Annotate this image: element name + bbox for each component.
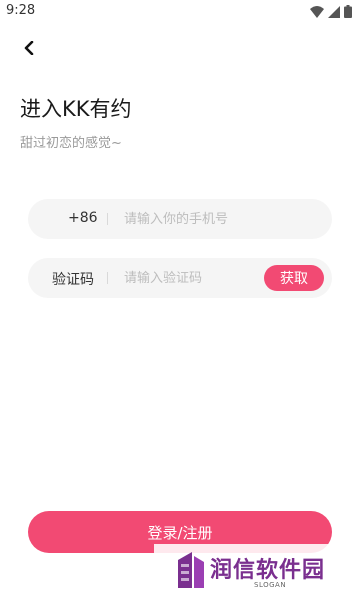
chevron-left-icon bbox=[23, 40, 35, 59]
page-subtitle: 甜过初恋的感觉~ bbox=[20, 136, 122, 151]
wifi-icon bbox=[310, 5, 324, 18]
divider bbox=[107, 272, 108, 284]
phone-input-row: +86 bbox=[28, 199, 332, 239]
status-time: 9:28 bbox=[6, 3, 36, 18]
code-input-row: 验证码 获取 bbox=[28, 258, 332, 298]
verification-code-input[interactable] bbox=[124, 258, 256, 298]
page-title: 进入KK有约 bbox=[20, 97, 132, 121]
phone-input[interactable] bbox=[124, 199, 320, 239]
watermark-text: 润信软件园 SLOGAN bbox=[210, 550, 340, 594]
get-code-button[interactable]: 获取 bbox=[264, 265, 324, 291]
divider bbox=[107, 213, 108, 225]
status-icons bbox=[310, 5, 352, 18]
watermark-logo-icon bbox=[178, 552, 204, 592]
country-code-prefix[interactable]: +86 bbox=[68, 210, 98, 226]
battery-icon bbox=[344, 5, 352, 18]
watermark-slogan: SLOGAN bbox=[254, 581, 287, 589]
code-label: 验证码 bbox=[52, 272, 94, 288]
back-button[interactable] bbox=[16, 38, 42, 60]
cellular-signal-icon bbox=[328, 5, 340, 18]
watermark: 润信软件园 SLOGAN bbox=[154, 544, 360, 600]
status-bar: 9:28 bbox=[0, 0, 360, 24]
watermark-name: 润信软件园 bbox=[210, 558, 326, 583]
